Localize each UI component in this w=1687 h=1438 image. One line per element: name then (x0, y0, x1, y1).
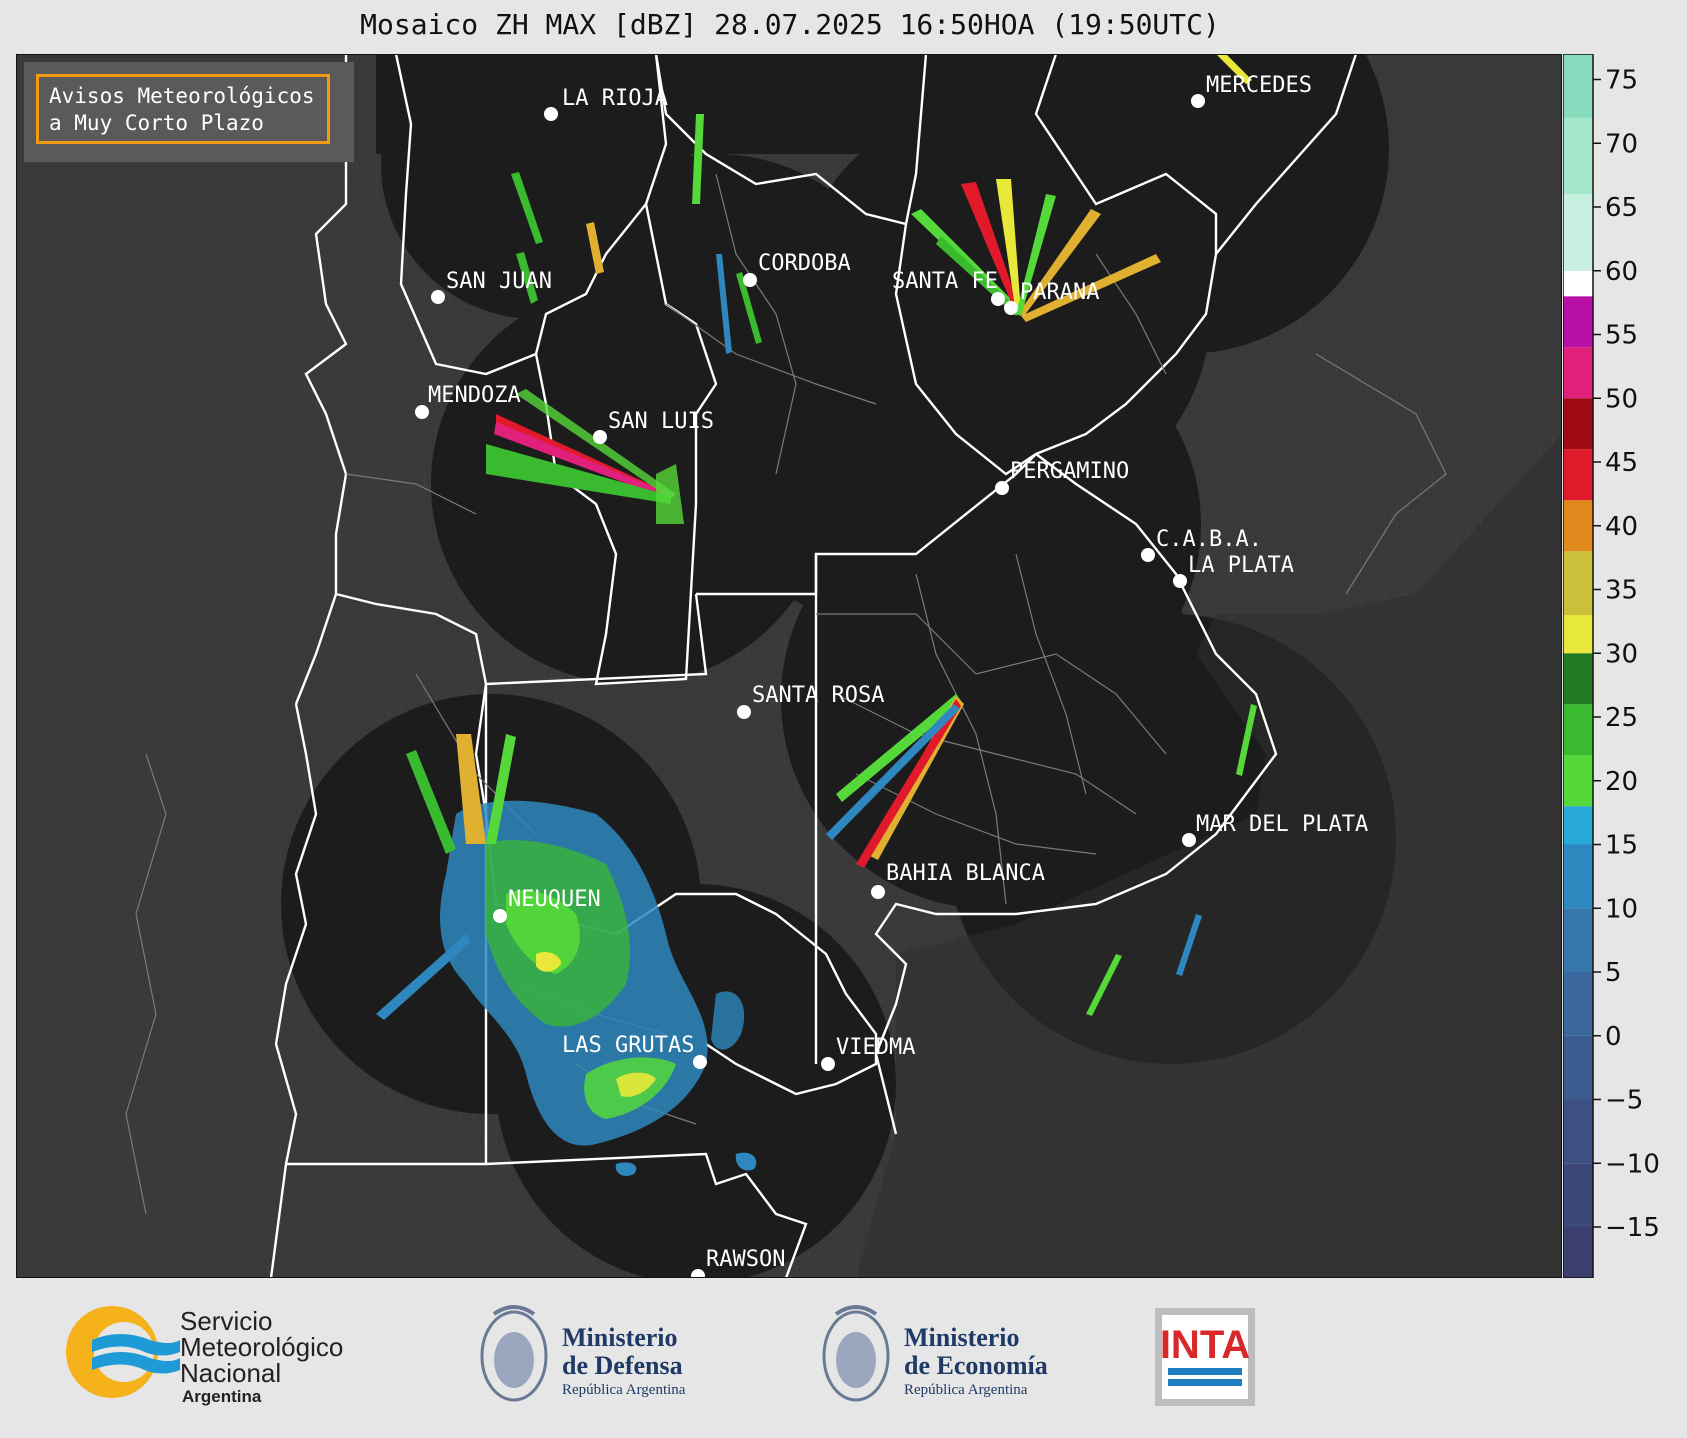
colorbar-tick-label: 50 (1605, 384, 1638, 414)
city-label-rawson: RAWSON (706, 1247, 785, 1272)
city-label-las-grutas: LAS GRUTAS (562, 1033, 694, 1058)
defensa-line-1: Ministerio (562, 1323, 678, 1352)
colorbar-bands (1563, 54, 1593, 1278)
city-label-mendoza: MENDOZA (428, 383, 521, 408)
colorbar-tick-label: 70 (1605, 129, 1638, 159)
smn-logo[interactable]: Servicio Meteorológico Nacional Argentin… (66, 1306, 343, 1406)
colorbar-tick-label: 45 (1605, 448, 1638, 478)
colorbar-band (1563, 194, 1593, 271)
defensa-line-2: de Defensa (562, 1351, 683, 1380)
city-dot-viedma[interactable] (821, 1057, 835, 1071)
colorbar-band (1563, 755, 1593, 807)
city-dot-pergamino[interactable] (995, 481, 1009, 495)
smn-line-3: Nacional (180, 1358, 281, 1388)
city-label-cordoba: CORDOBA (758, 251, 851, 276)
radar-map[interactable]: LA RIOJA MERCEDES SAN JUAN CORDOBA SANTA… (16, 54, 1562, 1278)
city-label-la-rioja: LA RIOJA (562, 86, 668, 111)
colorbar-tick-label: −15 (1605, 1213, 1660, 1243)
colorbar-tick-label: 30 (1605, 639, 1638, 669)
colorbar-band (1563, 449, 1593, 501)
city-label-neuquen: NEUQUEN (508, 887, 601, 912)
city-dot-san-juan[interactable] (431, 290, 445, 304)
notice-box: Avisos Meteorológicos a Muy Corto Plazo (24, 62, 354, 162)
defensa-line-3: República Argentina (562, 1382, 686, 1398)
city-label-caba: C.A.B.A. (1156, 527, 1262, 552)
dbz-colorbar: 757065605550454035302520151050−5−10−15 (1563, 54, 1660, 1278)
colorbar-band (1563, 54, 1593, 118)
city-label-san-juan: SAN JUAN (446, 269, 552, 294)
colorbar-ticks: 757065605550454035302520151050−5−10−15 (1593, 66, 1660, 1243)
city-label-la-plata: LA PLATA (1188, 553, 1294, 578)
colorbar-band (1563, 844, 1593, 909)
city-label-pergamino: PERGAMINO (1010, 459, 1129, 484)
economia-line-2: de Economía (904, 1351, 1048, 1380)
colorbar-band (1563, 270, 1593, 297)
colorbar-tick-label: 40 (1605, 512, 1638, 542)
colorbar-band (1563, 1163, 1593, 1227)
colorbar-band (1563, 615, 1593, 654)
economia-line-1: Ministerio (904, 1323, 1020, 1352)
colorbar-tick-label: 65 (1605, 193, 1638, 223)
city-label-santa-fe: SANTA FE (892, 269, 998, 294)
city-label-mercedes: MERCEDES (1206, 73, 1312, 98)
economia-line-3: República Argentina (904, 1382, 1028, 1398)
colorbar-tick-label: −5 (1605, 1086, 1643, 1116)
smn-line-4: Argentina (182, 1387, 262, 1406)
colorbar-tick-label: 0 (1605, 1022, 1622, 1052)
colorbar-tick-label: 5 (1605, 958, 1622, 988)
map-title: Mosaico ZH MAX [dBZ] 28.07.2025 16:50HOA… (360, 8, 1220, 41)
city-dot-la-plata[interactable] (1173, 574, 1187, 588)
colorbar-band (1563, 551, 1593, 615)
city-dot-mar-del-plata[interactable] (1182, 833, 1196, 847)
city-dot-caba[interactable] (1141, 548, 1155, 562)
city-dot-neuquen[interactable] (493, 909, 507, 923)
city-dot-santa-fe[interactable] (991, 292, 1005, 306)
notice-line-2: a Muy Corto Plazo (49, 111, 264, 135)
colorbar-band (1563, 972, 1593, 1036)
city-label-mar-del-plata: MAR DEL PLATA (1196, 812, 1368, 837)
city-label-san-luis: SAN LUIS (608, 409, 714, 434)
economia-logo[interactable]: Ministerio de Economía República Argenti… (822, 1305, 1048, 1402)
colorbar-band (1563, 1227, 1593, 1278)
colorbar-band (1563, 653, 1593, 705)
city-dot-las-grutas[interactable] (693, 1055, 707, 1069)
colorbar-tick-label: 20 (1605, 767, 1638, 797)
colorbar-tick-label: 25 (1605, 703, 1638, 733)
colorbar-band (1563, 1099, 1593, 1164)
city-label-viedma: VIEDMA (836, 1035, 915, 1060)
city-dot-bahia-blanca[interactable] (871, 885, 885, 899)
city-label-bahia-blanca: BAHIA BLANCA (886, 861, 1045, 886)
colorbar-tick-label: 60 (1605, 257, 1638, 287)
city-dot-san-luis[interactable] (593, 430, 607, 444)
colorbar-band (1563, 908, 1593, 972)
colorbar-tick-label: 35 (1605, 576, 1638, 606)
city-label-santa-rosa: SANTA ROSA (752, 683, 884, 708)
city-dot-mendoza[interactable] (415, 405, 429, 419)
city-dot-la-rioja[interactable] (544, 107, 558, 121)
inta-logo[interactable]: INTA (1155, 1308, 1255, 1406)
colorbar-band (1563, 704, 1593, 756)
city-dot-mercedes[interactable] (1191, 94, 1205, 108)
colorbar-tick-label: −10 (1605, 1149, 1660, 1179)
city-dot-santa-rosa[interactable] (737, 705, 751, 719)
colorbar-band (1563, 500, 1593, 552)
colorbar-band (1563, 1035, 1593, 1100)
notice-line-1: Avisos Meteorológicos (49, 84, 315, 108)
colorbar-tick-label: 10 (1605, 894, 1638, 924)
colorbar-band (1563, 296, 1593, 348)
city-dot-parana[interactable] (1004, 301, 1018, 315)
city-dot-cordoba[interactable] (743, 273, 757, 287)
notice-frame: Avisos Meteorológicos a Muy Corto Plazo (36, 74, 330, 144)
defensa-logo[interactable]: Ministerio de Defensa República Argentin… (480, 1305, 686, 1402)
city-label-parana: PARANA (1020, 280, 1099, 305)
footer-logos: Servicio Meteorológico Nacional Argentin… (66, 1305, 1255, 1406)
colorbar-band (1563, 347, 1593, 399)
inta-text: INTA (1160, 1323, 1250, 1367)
colorbar-band (1563, 117, 1593, 195)
colorbar-band (1563, 806, 1593, 845)
colorbar-tick-label: 75 (1605, 66, 1638, 96)
colorbar-tick-label: 15 (1605, 831, 1638, 861)
colorbar-tick-label: 55 (1605, 321, 1638, 351)
colorbar-band (1563, 398, 1593, 450)
